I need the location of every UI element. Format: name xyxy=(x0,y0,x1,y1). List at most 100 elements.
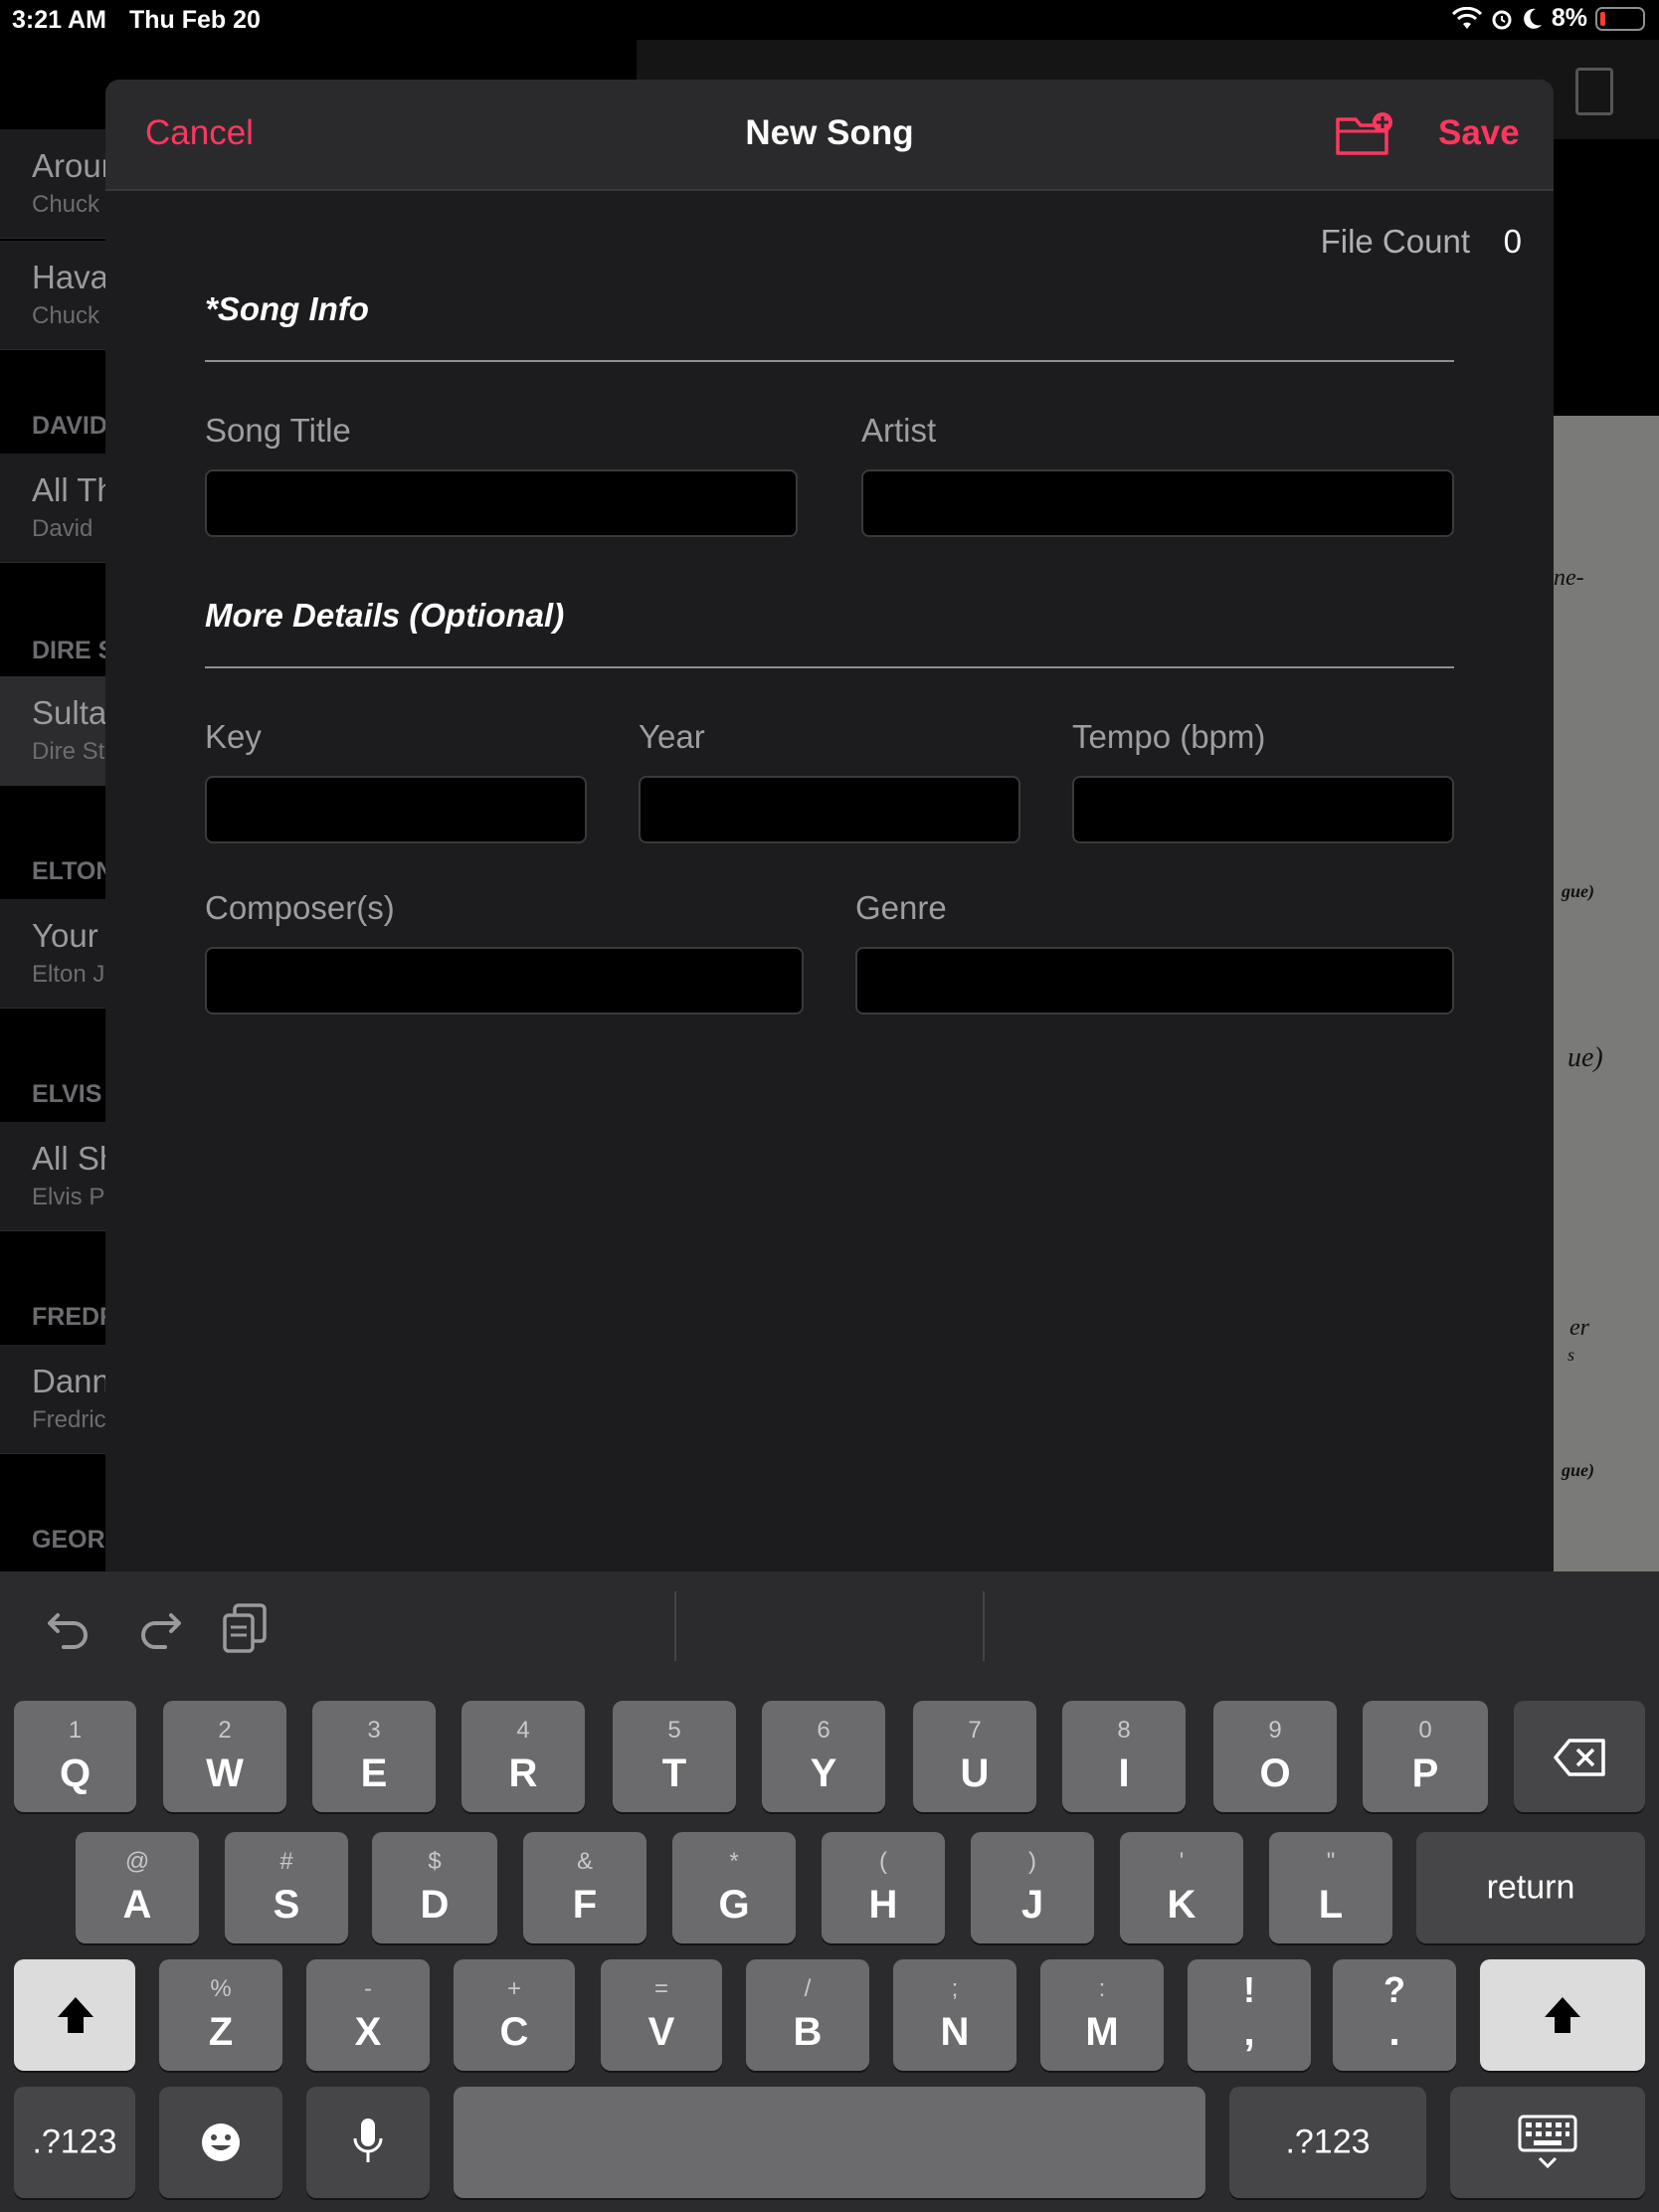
section-more-details: More Details (Optional) xyxy=(205,597,565,634)
key-x[interactable]: -X xyxy=(306,1959,430,2071)
key-h[interactable]: (H xyxy=(822,1832,945,1943)
divider xyxy=(983,1591,985,1661)
moon-icon xyxy=(1523,8,1542,29)
list-item: All Th David xyxy=(0,454,105,563)
emoji-icon xyxy=(202,2123,240,2161)
status-bar: 3:21 AM Thu Feb 20 8% xyxy=(0,0,1659,40)
list-section-header: GEOR xyxy=(32,1526,105,1554)
list-section-header: FREDR xyxy=(32,1303,105,1331)
song-title-input[interactable] xyxy=(205,469,798,537)
list-item: Sultans Dire St xyxy=(0,676,105,786)
key-w[interactable]: 2W xyxy=(163,1701,286,1812)
key-k[interactable]: ' K xyxy=(1120,1832,1243,1943)
on-screen-keyboard: 1Q 2W 3E 4R 5T 6Y 7U 8I 9O 0P @ A # S $ D &… xyxy=(0,1571,1659,2212)
status-time: 3:21 AM xyxy=(12,6,106,34)
keyboard-dismiss-icon xyxy=(1518,2115,1577,2169)
year-input[interactable] xyxy=(639,776,1020,843)
year-label: Year xyxy=(639,718,705,755)
list-item: Dann Fredric xyxy=(0,1345,105,1454)
key-l[interactable]: " L xyxy=(1269,1832,1392,1943)
status-icons: 8% xyxy=(1451,4,1645,33)
save-button[interactable]: Save xyxy=(1438,113,1520,153)
list-section-header: DAVID xyxy=(32,412,105,440)
alarm-icon xyxy=(1492,10,1512,29)
shift-icon xyxy=(58,1997,93,2033)
key-g[interactable]: * G xyxy=(672,1832,796,1943)
clipboard-icon xyxy=(223,1603,267,1653)
new-song-modal: Cancel New Song Save File Count 0 *Song … xyxy=(105,80,1554,1571)
key-j[interactable]: ) J xyxy=(971,1832,1094,1943)
key-m[interactable]: :M xyxy=(1040,1959,1164,2071)
numbers-key-right[interactable]: .?123 xyxy=(1229,2087,1426,2198)
redo-button[interactable] xyxy=(135,1601,185,1651)
key-e[interactable]: 3E xyxy=(312,1701,436,1812)
composers-input[interactable] xyxy=(205,947,804,1014)
artist-label: Artist xyxy=(861,412,937,449)
return-key[interactable]: return xyxy=(1416,1832,1645,1943)
key-s[interactable]: # S xyxy=(225,1832,348,1943)
list-item: Havana Chuck xyxy=(0,241,105,350)
document-search-icon xyxy=(1575,68,1613,115)
song-title-label: Song Title xyxy=(205,412,351,449)
paste-button[interactable] xyxy=(221,1601,271,1653)
composers-label: Composer(s) xyxy=(205,889,395,926)
key-period[interactable]: ?. xyxy=(1333,1959,1456,2071)
add-folder-button[interactable] xyxy=(1335,111,1394,157)
key-c[interactable]: + C xyxy=(454,1959,575,2071)
keyboard-shortcut-bar xyxy=(0,1571,1659,1677)
undo-button[interactable] xyxy=(44,1601,93,1651)
shift-icon xyxy=(1545,1997,1580,2033)
wifi-icon xyxy=(1451,6,1482,29)
divider xyxy=(205,666,1454,668)
file-count-value: 0 xyxy=(1503,223,1522,260)
list-section-header: ELTON xyxy=(32,857,105,885)
modal-header: Cancel New Song Save xyxy=(105,80,1554,191)
redo-icon xyxy=(141,1613,181,1649)
list-item: Your Elton J xyxy=(0,899,105,1009)
artist-input[interactable] xyxy=(861,469,1454,537)
file-count-label: File Count xyxy=(1320,223,1470,260)
key-a[interactable]: @ A xyxy=(76,1832,199,1943)
numbers-key-left[interactable]: .?123 xyxy=(14,2087,135,2198)
folder-add-icon xyxy=(1336,112,1392,155)
key-r[interactable]: 4R xyxy=(461,1701,585,1812)
key-q[interactable]: 1Q xyxy=(14,1701,136,1812)
shift-key-left[interactable] xyxy=(14,1959,135,2071)
key-o[interactable]: 9O xyxy=(1213,1701,1337,1812)
divider xyxy=(205,360,1454,362)
list-section-header: ELVIS xyxy=(32,1080,102,1108)
shift-key-right[interactable] xyxy=(1480,1959,1645,2071)
tempo-input[interactable] xyxy=(1072,776,1454,843)
key-p[interactable]: 0P xyxy=(1363,1701,1488,1812)
key-n[interactable]: ; N xyxy=(893,1959,1016,2071)
key-u[interactable]: 7U xyxy=(913,1701,1036,1812)
battery-icon xyxy=(1595,6,1645,31)
key-y[interactable]: 6Y xyxy=(762,1701,885,1812)
space-key[interactable] xyxy=(454,2087,1205,2198)
emoji-key[interactable] xyxy=(159,2087,282,2198)
delete-key[interactable] xyxy=(1514,1701,1645,1812)
tempo-label: Tempo (bpm) xyxy=(1072,718,1266,755)
key-f[interactable]: & F xyxy=(523,1832,646,1943)
microphone-icon xyxy=(353,2119,383,2162)
battery-percent: 8% xyxy=(1551,4,1587,32)
key-b[interactable]: / B xyxy=(746,1959,869,2071)
status-date: Thu Feb 20 xyxy=(129,6,261,34)
divider xyxy=(674,1591,676,1661)
key-d[interactable]: $ D xyxy=(372,1832,497,1943)
key-v[interactable]: = V xyxy=(601,1959,722,2071)
key-label: Key xyxy=(205,718,262,755)
key-input[interactable] xyxy=(205,776,587,843)
key-z[interactable]: % Z xyxy=(159,1959,282,2071)
list-item: All Sh Elvis P xyxy=(0,1122,105,1231)
key-comma[interactable]: !, xyxy=(1188,1959,1311,2071)
section-song-info: *Song Info xyxy=(205,290,369,327)
list-section-header: DIRE S xyxy=(32,637,105,664)
genre-label: Genre xyxy=(855,889,947,926)
key-i[interactable]: 8I xyxy=(1062,1701,1186,1812)
key-t[interactable]: 5T xyxy=(613,1701,736,1812)
genre-input[interactable] xyxy=(855,947,1454,1014)
list-item: Around Chuck xyxy=(0,129,105,239)
dismiss-keyboard-key[interactable] xyxy=(1450,2087,1645,2198)
dictation-key[interactable] xyxy=(306,2087,430,2198)
